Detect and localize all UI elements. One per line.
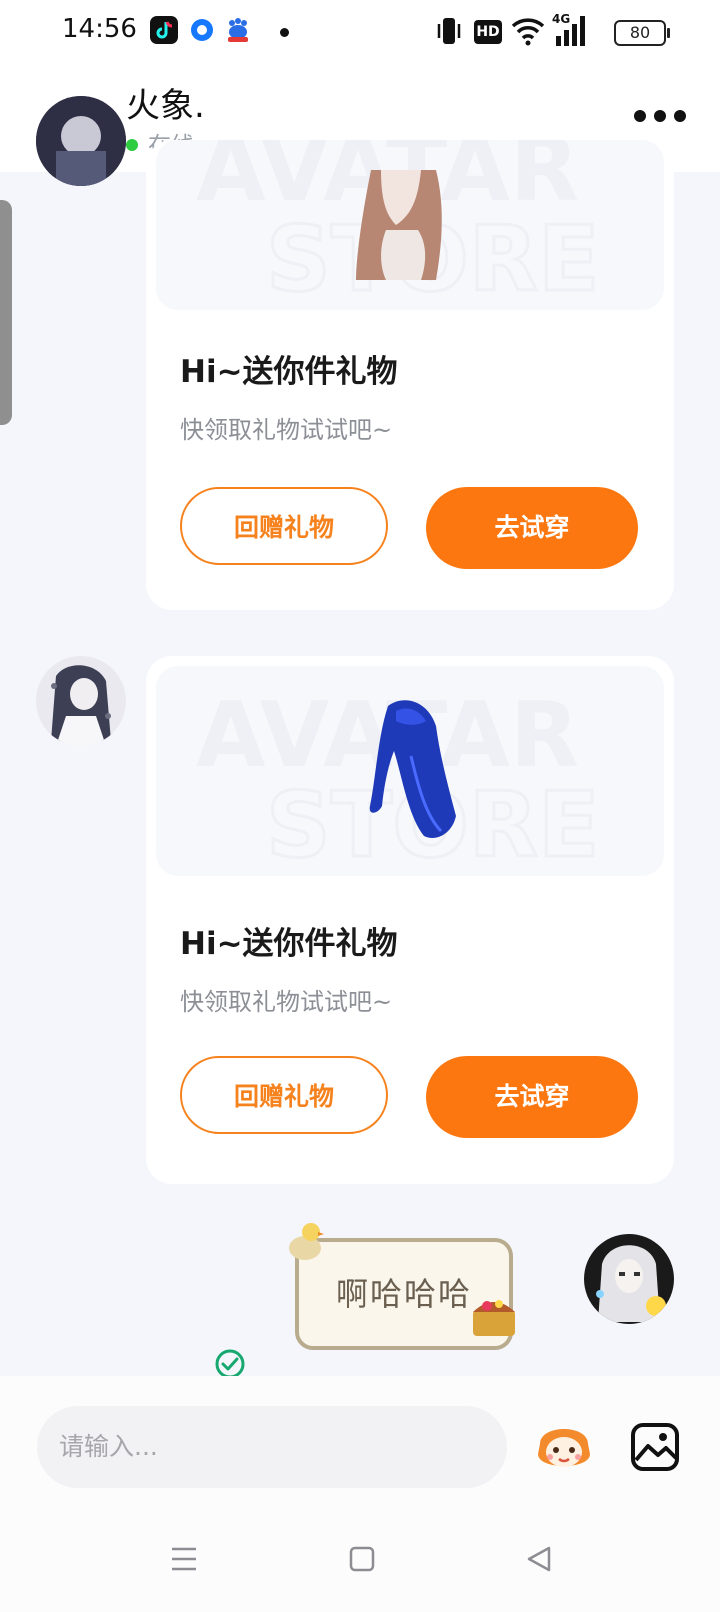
notification-dot-icon <box>280 28 289 37</box>
baidu-app-icon <box>224 16 252 44</box>
wifi-icon <box>511 18 545 46</box>
image-picker-icon[interactable] <box>630 1422 680 1472</box>
messenger-app-icon <box>188 16 216 44</box>
chick-sticker-icon <box>289 1223 324 1260</box>
gift-title: Hi~送你件礼物 <box>180 354 398 390</box>
vibrate-icon <box>437 18 461 44</box>
message-input[interactable]: 请输入... <box>37 1406 507 1488</box>
contact-name[interactable]: 火象. <box>126 78 205 127</box>
contact-avatar[interactable] <box>36 96 126 186</box>
return-gift-button[interactable]: 回赠礼物 <box>180 1056 388 1134</box>
try-on-button[interactable]: 去试穿 <box>426 1056 638 1138</box>
gift-preview-image[interactable]: AVATAR STORE <box>156 140 664 310</box>
gift-subtitle: 快领取礼物试试吧~ <box>180 988 393 1016</box>
gift-subtitle: 快领取礼物试试吧~ <box>180 416 393 444</box>
gift-preview-image[interactable]: AVATAR STORE <box>156 666 664 876</box>
return-gift-button[interactable]: 回赠礼物 <box>180 487 388 565</box>
back-triangle-icon[interactable] <box>525 1545 553 1573</box>
message-input-bar: 请输入... <box>0 1376 720 1501</box>
contact-avatar[interactable] <box>36 656 126 746</box>
try-on-button[interactable]: 去试穿 <box>426 487 638 569</box>
recent-apps-icon[interactable] <box>170 1546 198 1572</box>
hd-badge: HD <box>474 20 502 44</box>
status-time: 14:56 <box>62 14 137 44</box>
cellular-signal-icon: 4G <box>552 12 585 46</box>
treasure-sticker-icon <box>473 1300 515 1336</box>
online-dot-icon <box>126 138 138 151</box>
side-drawer-handle[interactable] <box>0 200 12 425</box>
more-dots-icon[interactable] <box>634 110 686 124</box>
gift-card: AVATAR STORE Hi~送你件礼物 快领取礼物试试吧~ 回赠礼物 去试穿 <box>146 656 674 1184</box>
gift-card: AVATAR STORE Hi~送你件礼物 快领取礼物试试吧~ 回赠礼物 去试穿 <box>146 140 674 610</box>
system-nav-bar <box>0 1501 720 1612</box>
home-icon[interactable] <box>348 1545 376 1573</box>
battery-indicator: 80 <box>614 20 670 46</box>
tiktok-app-icon <box>150 16 178 44</box>
emoji-sticker-icon[interactable] <box>534 1418 594 1476</box>
my-avatar[interactable] <box>584 1234 674 1324</box>
gift-title: Hi~送你件礼物 <box>180 926 398 962</box>
sticker-message-bubble[interactable]: 啊哈哈哈 <box>289 1223 515 1350</box>
status-bar: 14:56 HD 4G 80 <box>0 0 720 64</box>
